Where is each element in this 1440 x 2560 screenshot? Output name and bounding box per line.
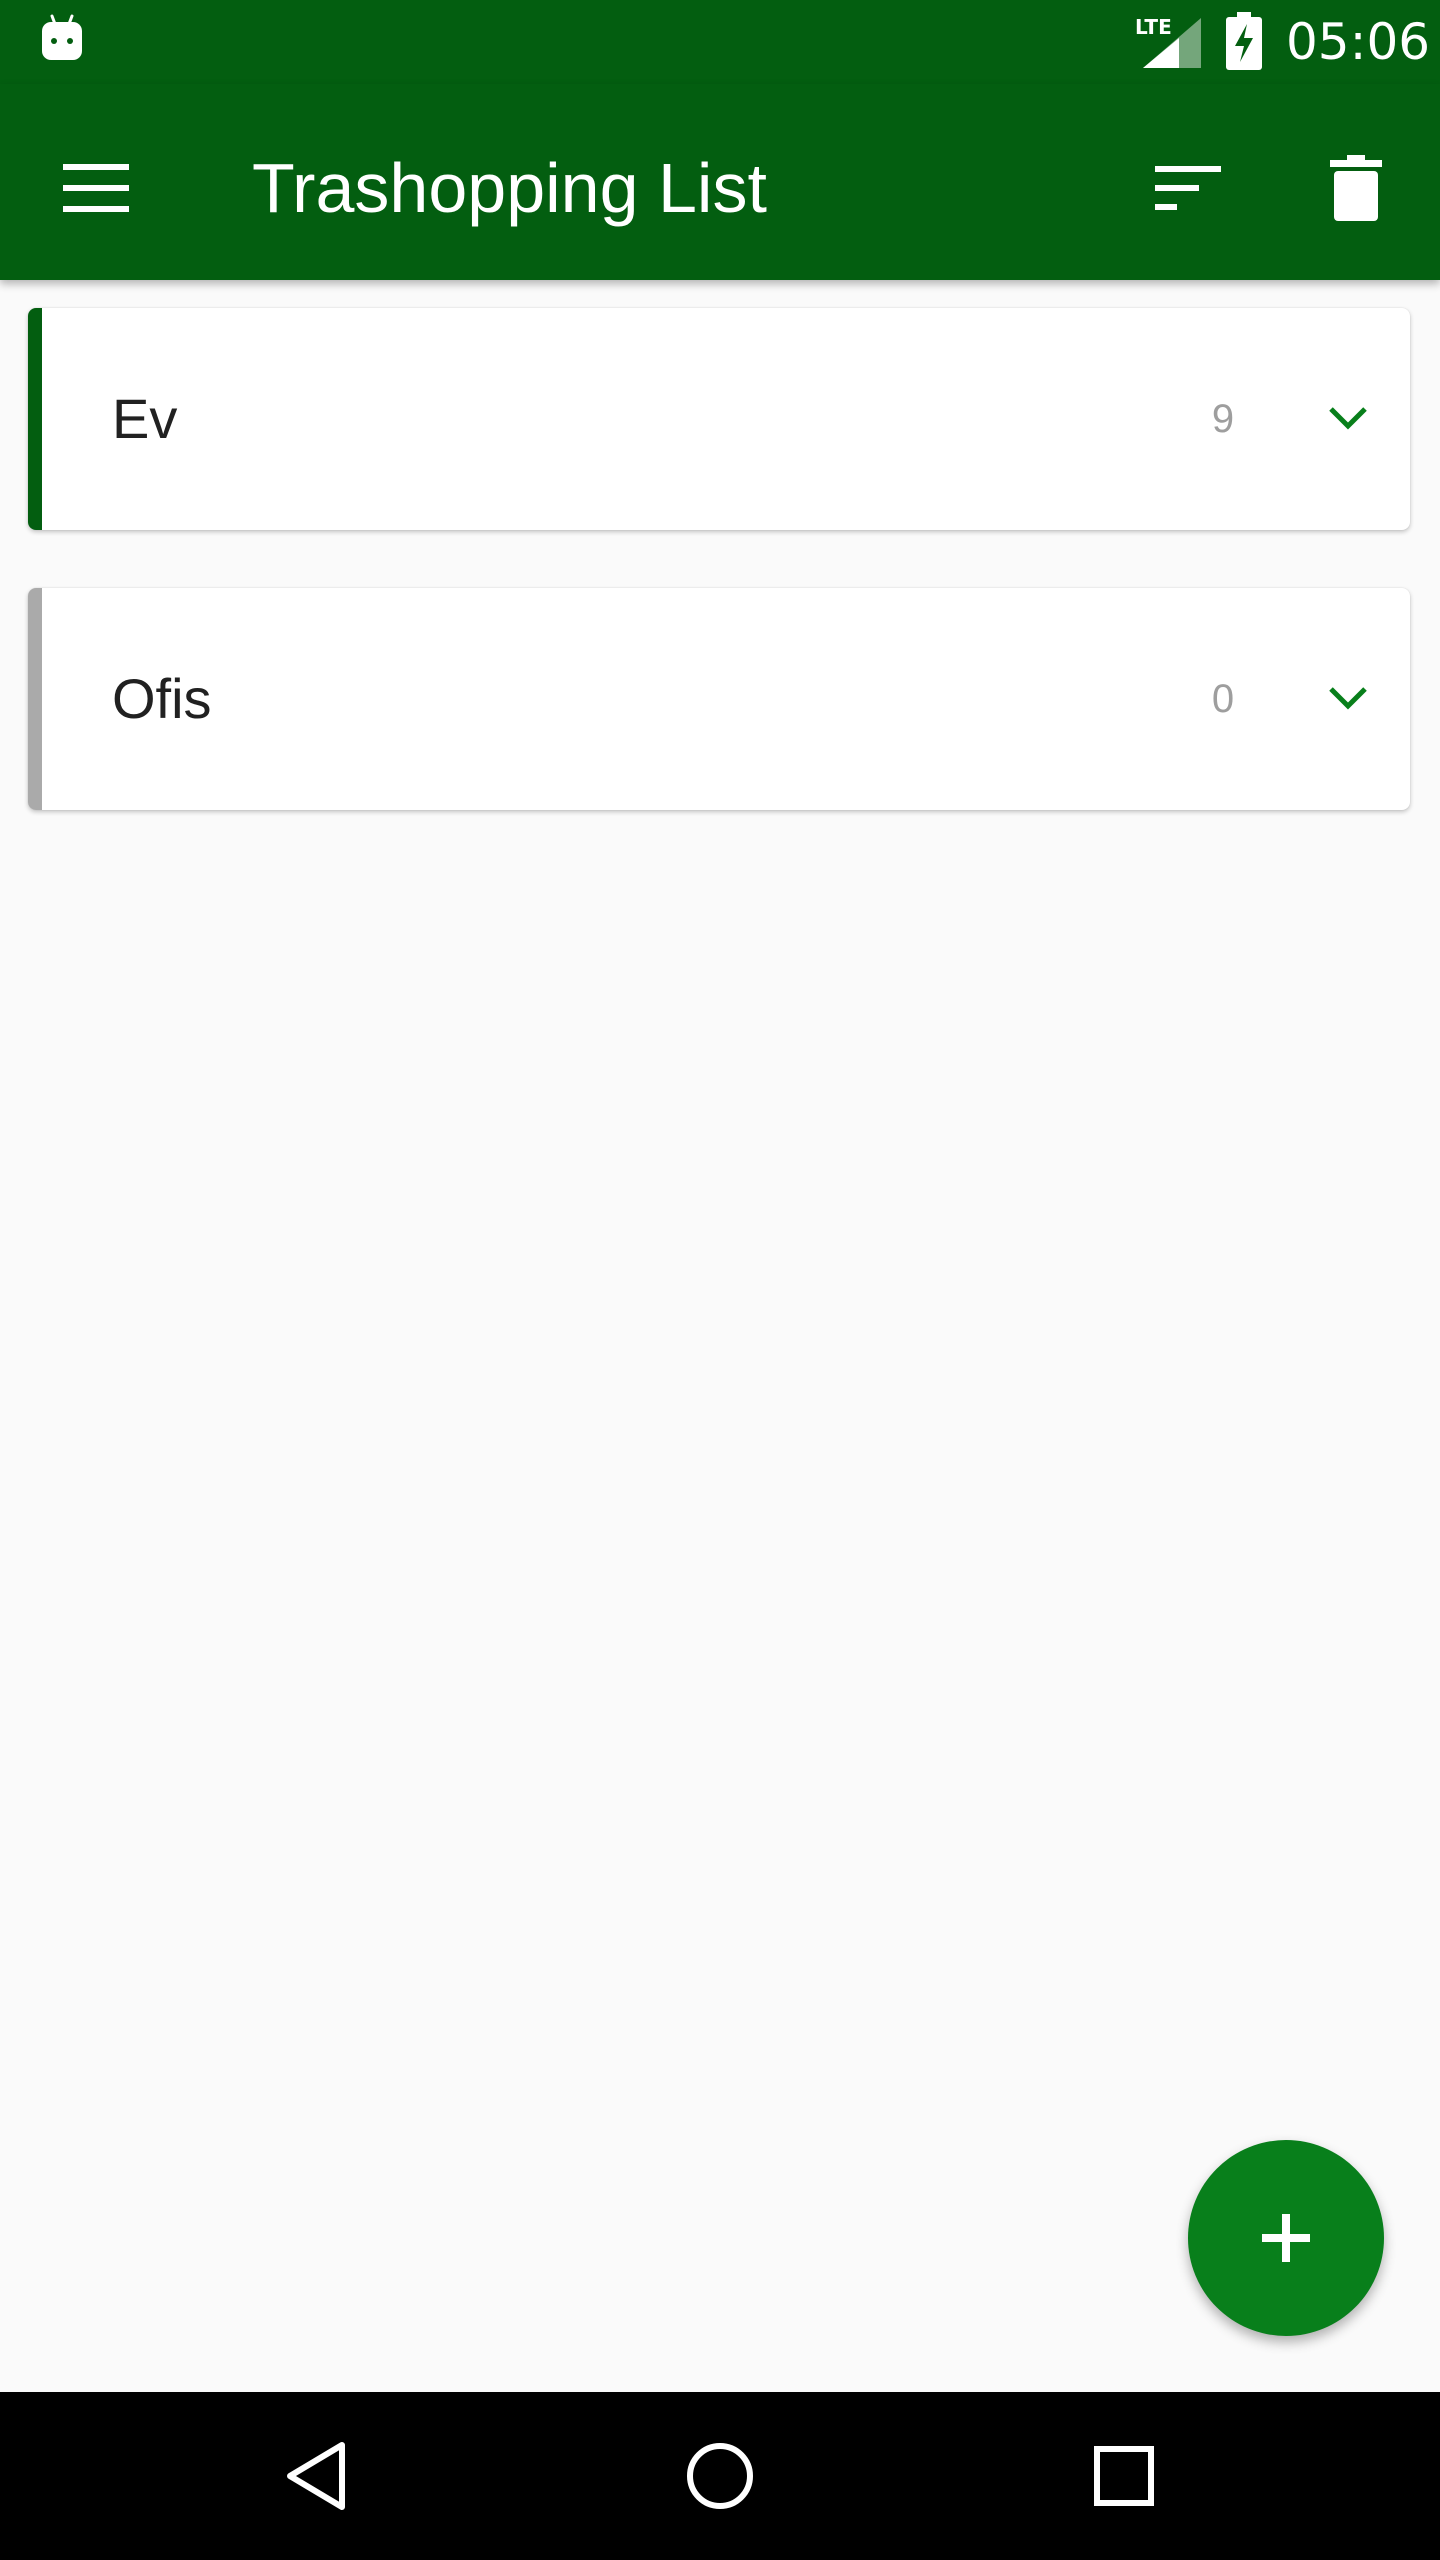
sort-icon [1155, 166, 1221, 210]
expand-button[interactable] [1300, 650, 1396, 746]
status-bar: LTE 05:06 [0, 0, 1440, 84]
delete-button[interactable] [1308, 140, 1404, 236]
recents-icon [1094, 2446, 1154, 2506]
back-icon [287, 2442, 345, 2510]
navigation-bar [0, 2392, 1440, 2560]
list-container: Ev 9 Ofis 0 [0, 280, 1440, 2392]
menu-button[interactable] [48, 140, 144, 236]
menu-icon [63, 164, 129, 212]
back-button[interactable] [256, 2416, 376, 2536]
chevron-down-icon [1329, 407, 1367, 430]
list-item-count: 0 [1211, 677, 1235, 721]
network-label: LTE [1135, 15, 1172, 39]
list-name: Ofis [112, 667, 212, 730]
chevron-down-icon [1329, 687, 1367, 710]
add-icon [1262, 2214, 1310, 2262]
add-list-button[interactable] [1188, 2140, 1384, 2336]
expand-button[interactable] [1300, 370, 1396, 466]
recents-button[interactable] [1064, 2416, 1184, 2536]
list-name: Ev [112, 387, 178, 450]
page-title: Trashopping List [252, 149, 767, 227]
android-icon [42, 14, 82, 60]
battery-charging-icon [1226, 12, 1262, 70]
home-button[interactable] [660, 2416, 780, 2536]
home-icon [687, 2443, 753, 2509]
delete-icon [1330, 155, 1382, 221]
app-bar: Trashopping List [0, 84, 1440, 280]
list-card-ofis[interactable]: Ofis 0 [28, 588, 1410, 810]
list-accent-bar [28, 308, 42, 530]
lte-signal-icon: LTE [1135, 15, 1201, 68]
clock: 05:06 [1286, 13, 1431, 71]
sort-button[interactable] [1140, 140, 1236, 236]
list-item-count: 9 [1211, 397, 1235, 441]
list-card-ev[interactable]: Ev 9 [28, 308, 1410, 530]
list-accent-bar [28, 588, 42, 810]
